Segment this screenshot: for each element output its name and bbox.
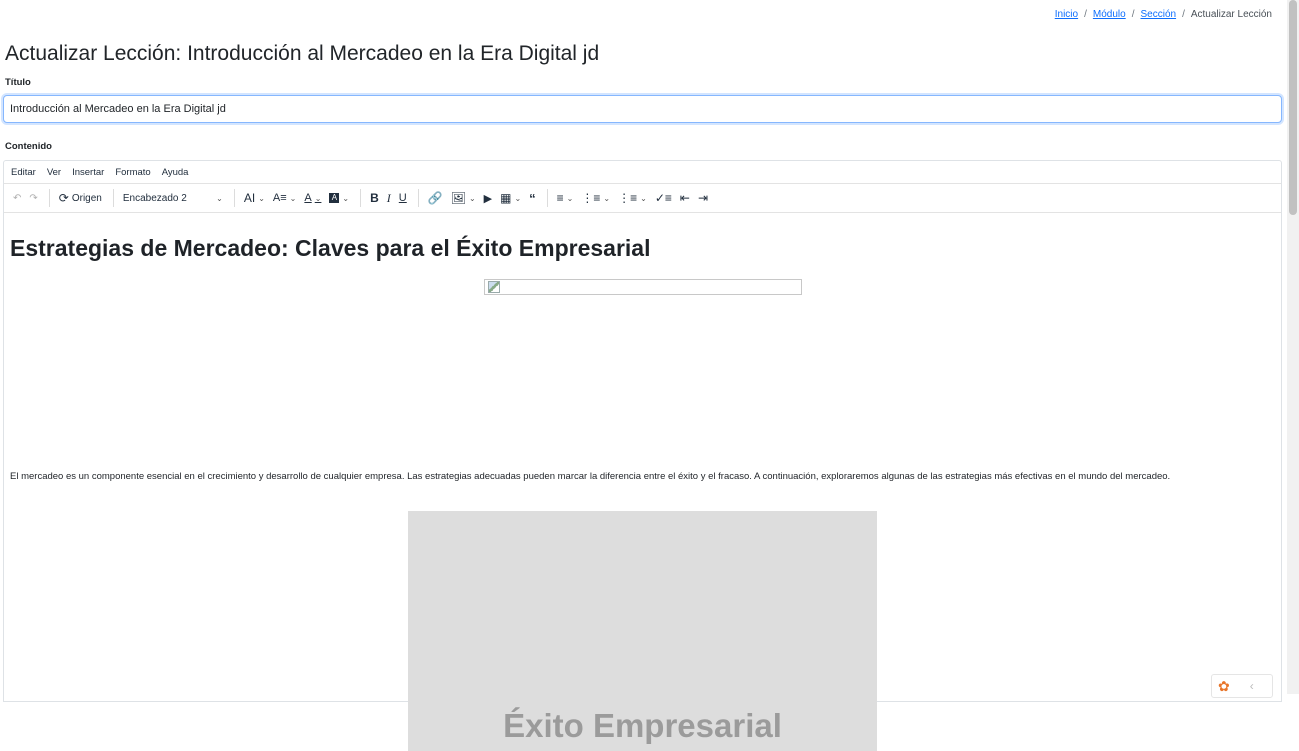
chevron-down-icon: ⌄ (216, 193, 223, 203)
source-code-label: Origen (71, 192, 102, 204)
block-format-select[interactable]: Encabezado 2 ⌄ (120, 187, 226, 209)
page-title: Actualizar Lección: Introducción al Merc… (5, 42, 600, 65)
broken-image-icon (488, 281, 500, 293)
undo-icon[interactable]: ↶ (10, 187, 24, 209)
breadcrumb-current: Actualizar Lección (1190, 9, 1272, 20)
toolbar-divider (112, 189, 114, 207)
floating-widget[interactable]: ✿ ‹ (1211, 674, 1273, 698)
align-icon[interactable]: ≡ ⌄ (554, 187, 577, 209)
breadcrumb-separator: / (1131, 9, 1135, 20)
title-label: Título (5, 77, 31, 88)
source-code-button[interactable]: ⟳ Origen (56, 187, 105, 209)
numbered-list-icon[interactable]: ⋮≡ ⌄ (615, 187, 650, 209)
redo-icon[interactable]: ↷ (26, 187, 40, 209)
breadcrumb-link-inicio[interactable]: Inicio (1055, 9, 1078, 20)
editor-toolbar: ↶ ↷ ⟳ Origen Encabezado 2 ⌄ AI ⌄ A≡ ⌄ A ⌄ A… (4, 184, 1281, 213)
italic-icon[interactable]: I (384, 187, 394, 209)
table-icon[interactable]: ▦ ⌄ (497, 187, 524, 209)
placeholder-image-text: Éxito Empresarial (503, 707, 782, 744)
toolbar-divider (360, 189, 362, 207)
bullet-list-icon[interactable]: ⋮≡ ⌄ (578, 187, 613, 209)
line-height-icon[interactable]: A≡ ⌄ (270, 187, 299, 209)
breadcrumb-link-modulo[interactable]: Módulo (1093, 9, 1126, 20)
breadcrumb: Inicio / Módulo / Sección / Actualizar Lección (1055, 9, 1272, 20)
link-icon[interactable]: 🔗 (425, 187, 446, 209)
breadcrumb-separator: / (1182, 9, 1185, 20)
article-paragraph: El mercadeo es un componente esencial en… (10, 471, 1171, 482)
menu-ver[interactable]: Ver (47, 167, 61, 178)
content-label: Contenido (5, 141, 52, 152)
article-heading: Estrategias de Mercadeo: Claves para el … (10, 235, 651, 261)
editor-menubar: Editar Ver Insertar Formato Ayuda (4, 161, 1281, 184)
broken-image (484, 279, 802, 295)
outdent-icon[interactable]: ⇤ (677, 187, 693, 209)
source-code-icon: ⟳ (58, 191, 69, 205)
toolbar-divider (48, 189, 50, 207)
image-icon[interactable]: 🖼 ⌄ (448, 187, 479, 209)
title-input[interactable] (3, 95, 1282, 123)
bold-icon[interactable]: B (367, 187, 382, 209)
text-color-icon[interactable]: A ⌄ (301, 187, 324, 209)
font-size-icon[interactable]: AI ⌄ (241, 187, 268, 209)
menu-editar[interactable]: Editar (11, 167, 36, 178)
chevron-left-icon[interactable]: ‹ (1250, 679, 1254, 693)
toolbar-divider (417, 189, 419, 207)
block-format-value: Encabezado 2 (122, 192, 187, 204)
checklist-icon[interactable]: ✓≡ (652, 187, 675, 209)
breadcrumb-link-seccion[interactable]: Sección (1140, 9, 1176, 20)
page-scrollbar[interactable] (1287, 0, 1299, 694)
indent-icon[interactable]: ⇥ (695, 187, 711, 209)
toolbar-divider (233, 189, 235, 207)
scrollbar-thumb[interactable] (1289, 0, 1297, 215)
leaf-logo-icon: ✿ (1218, 677, 1230, 694)
placeholder-image: Éxito Empresarial (408, 511, 877, 751)
underline-icon[interactable]: U (396, 187, 410, 209)
menu-insertar[interactable]: Insertar (72, 167, 104, 178)
background-color-icon[interactable]: A ⌄ (326, 187, 352, 209)
menu-ayuda[interactable]: Ayuda (162, 167, 189, 178)
toolbar-divider (546, 189, 548, 207)
breadcrumb-separator: / (1084, 9, 1087, 20)
rich-text-editor: Editar Ver Insertar Formato Ayuda ↶ ↷ ⟳ … (3, 160, 1282, 751)
blockquote-icon[interactable]: “ (526, 187, 539, 209)
menu-formato[interactable]: Formato (115, 167, 150, 178)
media-icon[interactable]: ▶ (481, 187, 495, 209)
